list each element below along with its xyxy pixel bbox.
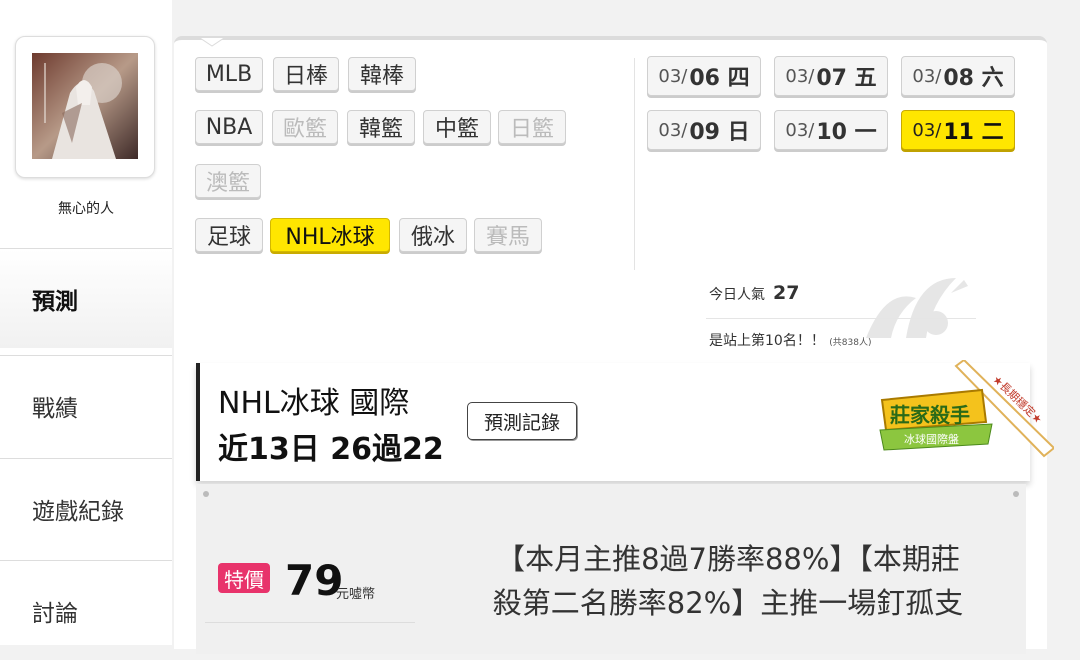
offer-description-line: 殺第二名勝率82%】主推一場釘孤支	[492, 586, 964, 620]
date-day: 11 二	[943, 120, 1004, 145]
price-value: 79	[285, 556, 344, 605]
date-button-0308[interactable]: 03/08 六	[901, 56, 1015, 96]
divider	[706, 318, 976, 319]
sport-button-soccer[interactable]: 足球	[195, 218, 263, 252]
pin-icon	[203, 491, 209, 497]
date-button-0306[interactable]: 03/06 四	[647, 56, 761, 96]
pin-icon	[1013, 491, 1019, 497]
date-day: 07 五	[816, 66, 877, 91]
sidebar: 無心的人 預測 戰績 遊戲紀錄 討論	[0, 0, 172, 645]
date-day: 08 六	[943, 66, 1004, 91]
offer-description-line: 【本月主推8過7勝率88%】【本期莊	[496, 542, 960, 576]
date-button-0307[interactable]: 03/07 五	[774, 56, 888, 96]
date-month: 03/	[658, 119, 688, 141]
price-unit: 元噓幣	[336, 587, 376, 602]
sport-button-aus-basketball: 澳籃	[195, 164, 261, 198]
league-title: NHL冰球 國際	[218, 386, 410, 421]
date-month: 03/	[785, 65, 815, 87]
badge-sub-text: 冰球國際盤	[904, 432, 959, 446]
date-button-0309[interactable]: 03/09 日	[647, 110, 761, 150]
date-month: 03/	[912, 119, 942, 141]
date-month: 03/	[785, 119, 815, 141]
sport-button-nba[interactable]: NBA	[195, 110, 263, 144]
sport-button-kor-baseball[interactable]: 韓棒	[348, 57, 416, 91]
avatar[interactable]	[32, 53, 138, 159]
badge-main-text: 莊家殺手	[890, 403, 970, 427]
nav-item-record[interactable]: 戰績	[0, 355, 172, 455]
sport-button-nhl[interactable]: NHL冰球	[270, 218, 390, 252]
recent-record: 近13日 26過22	[218, 432, 444, 467]
sport-button-chn-basketball[interactable]: 中籃	[423, 110, 491, 144]
nav-item-predict[interactable]: 預測	[0, 248, 172, 348]
sport-button-eu-basketball: 歐籃	[272, 110, 338, 144]
sport-button-horse-racing: 賽馬	[474, 218, 542, 252]
date-day: 09 日	[689, 120, 750, 145]
sport-button-jpn-baseball[interactable]: 日棒	[273, 57, 339, 91]
panel-notch-icon	[200, 38, 224, 47]
date-day: 10 一	[816, 120, 877, 145]
nav-item-discuss[interactable]: 討論	[0, 560, 172, 660]
rank-stat: 是站上第10名！！ (共838人)	[709, 330, 871, 350]
popularity-value: 27	[773, 282, 800, 304]
date-month: 03/	[658, 65, 688, 87]
date-button-0310[interactable]: 03/10 一	[774, 110, 888, 150]
rank-total: (共838人)	[829, 338, 872, 348]
avatar-card[interactable]	[15, 36, 155, 178]
user-name[interactable]: 無心的人	[0, 198, 172, 218]
popularity-label: 今日人氣	[709, 287, 765, 303]
nav-item-game-log[interactable]: 遊戲紀錄	[0, 458, 172, 558]
sport-button-jpn-basketball: 日籃	[498, 110, 566, 144]
sport-button-kor-basketball[interactable]: 韓籃	[347, 110, 415, 144]
rank-text: 是站上第10名！！	[709, 333, 825, 349]
date-day: 06 四	[689, 66, 750, 91]
date-button-0311[interactable]: 03/11 二	[901, 110, 1015, 150]
watermark-logo-icon	[866, 278, 968, 338]
divider	[205, 622, 415, 623]
special-price-tag: 特價	[218, 563, 270, 593]
divider	[634, 58, 635, 270]
offer-description[interactable]: 【本月主推8過7勝率88%】【本期莊 殺第二名勝率82%】主推一場釘孤支	[443, 537, 1013, 625]
sport-button-mlb[interactable]: MLB	[195, 57, 263, 91]
sport-button-rus-hockey[interactable]: 俄冰	[399, 218, 467, 252]
date-month: 03/	[912, 65, 942, 87]
prediction-record-button[interactable]: 預測記錄	[467, 402, 577, 440]
banker-killer-badge-icon: ★長期穩定★ 莊家殺手 冰球國際盤	[879, 360, 1054, 458]
popularity-stat: 今日人氣 27	[709, 282, 799, 304]
